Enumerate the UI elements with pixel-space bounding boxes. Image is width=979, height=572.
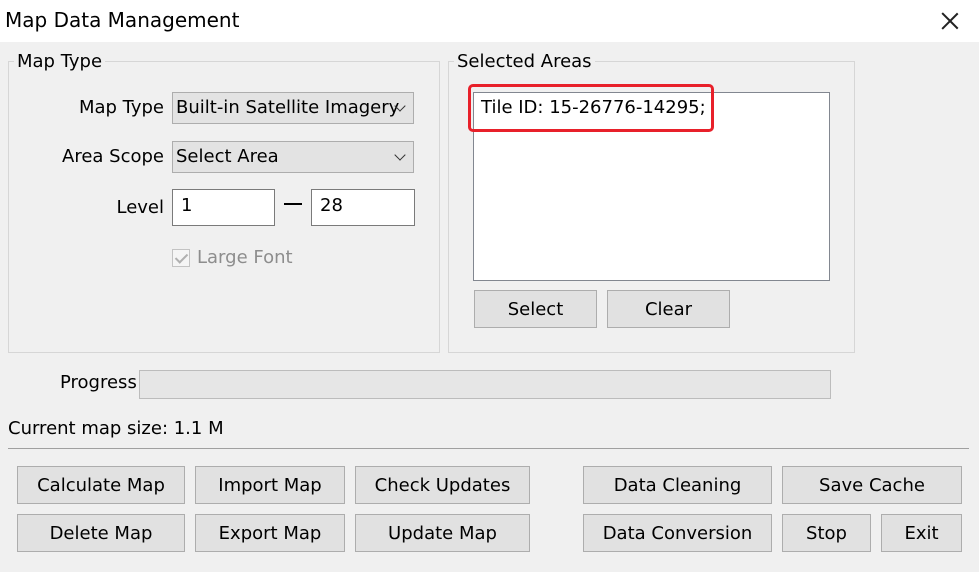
save-cache-button[interactable]: Save Cache: [782, 466, 962, 504]
chevron-down-icon: [394, 149, 406, 161]
map-type-dropdown[interactable]: Built-in Satellite Imagery: [172, 92, 414, 124]
exit-button[interactable]: Exit: [881, 514, 962, 552]
level-max-input[interactable]: 28: [311, 189, 415, 226]
data-cleaning-button[interactable]: Data Cleaning: [583, 466, 772, 504]
data-conversion-button[interactable]: Data Conversion: [583, 514, 772, 552]
highlight-box: [468, 84, 714, 132]
range-dash: [284, 203, 302, 205]
stop-button[interactable]: Stop: [782, 514, 871, 552]
large-font-label: Large Font: [197, 247, 293, 268]
calculate-map-button[interactable]: Calculate Map: [17, 466, 185, 504]
large-font-checkbox[interactable]: [172, 249, 190, 267]
separator: [8, 448, 969, 449]
progress-label: Progress: [60, 372, 137, 393]
area-scope-dropdown-value: Select Area: [176, 146, 279, 167]
select-button[interactable]: Select: [474, 290, 597, 328]
level-min-input[interactable]: 1: [172, 189, 275, 226]
update-map-button[interactable]: Update Map: [355, 514, 530, 552]
window-title: Map Data Management: [5, 8, 240, 32]
selected-areas-group-legend: Selected Areas: [454, 51, 595, 72]
current-map-size: Current map size: 1.1 M: [8, 418, 224, 439]
area-scope-label: Area Scope: [62, 146, 164, 167]
map-type-group-legend: Map Type: [14, 51, 106, 72]
area-scope-dropdown[interactable]: Select Area: [172, 141, 414, 173]
import-map-button[interactable]: Import Map: [195, 466, 345, 504]
export-map-button[interactable]: Export Map: [195, 514, 345, 552]
map-type-label: Map Type: [78, 97, 164, 118]
delete-map-button[interactable]: Delete Map: [17, 514, 185, 552]
progress-bar: [139, 370, 831, 399]
close-icon[interactable]: [938, 9, 962, 33]
clear-button[interactable]: Clear: [607, 290, 730, 328]
check-updates-button[interactable]: Check Updates: [355, 466, 530, 504]
level-label: Level: [116, 197, 164, 218]
map-type-dropdown-value: Built-in Satellite Imagery: [176, 97, 400, 118]
